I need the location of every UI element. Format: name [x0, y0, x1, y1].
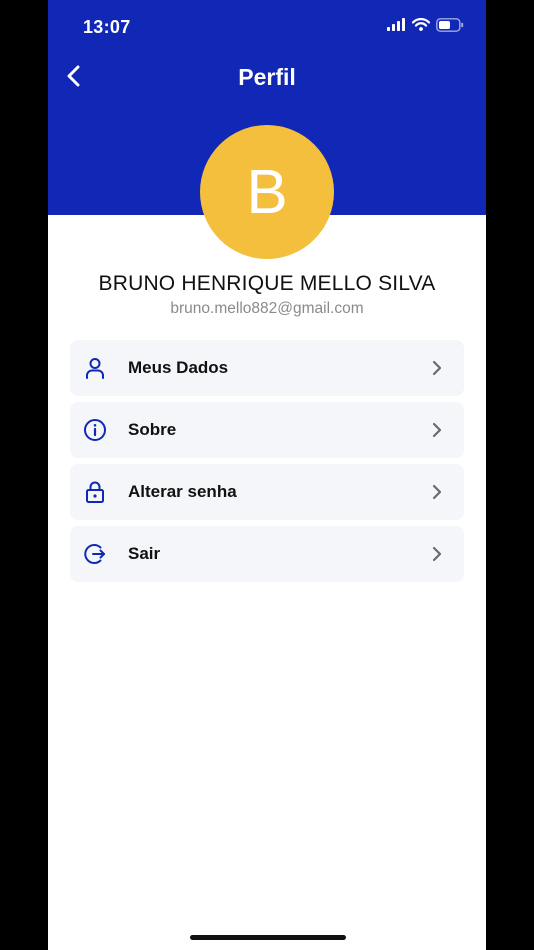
page-title: Perfil: [238, 64, 296, 90]
menu-item-sobre[interactable]: Sobre: [70, 402, 464, 458]
battery-icon: [436, 17, 464, 37]
menu-item-label: Sair: [128, 544, 161, 563]
user-name: BRUNO HENRIQUE MELLO SILVA: [98, 272, 436, 295]
menu-item-meus-dados[interactable]: Meus Dados: [70, 340, 464, 396]
menu-item-alterar-senha[interactable]: Alterar senha: [70, 464, 464, 520]
wifi-icon: [411, 18, 431, 36]
status-icons: [387, 17, 464, 37]
menu-item-label: Sobre: [128, 420, 177, 439]
menu-item-sair[interactable]: Sair: [70, 526, 464, 582]
chevron-right-icon: [428, 421, 446, 439]
status-bar: 13:07: [48, 0, 486, 56]
user-email: bruno.mello882@gmail.com: [170, 300, 364, 317]
lock-icon: [82, 479, 108, 505]
profile-menu: Meus Dados Sobre Alterar senha Sair: [70, 340, 464, 588]
info-icon: [82, 417, 108, 443]
status-time: 13:07: [83, 17, 131, 37]
chevron-right-icon: [428, 483, 446, 501]
nav-bar: Perfil: [48, 56, 486, 100]
logout-icon: [82, 541, 108, 567]
menu-item-label: Alterar senha: [128, 482, 237, 501]
avatar: B: [200, 125, 334, 259]
signal-icon: [387, 18, 406, 36]
menu-item-label: Meus Dados: [128, 358, 229, 377]
chevron-right-icon: [428, 359, 446, 377]
profile-screen: 13:07 Perfil B BRUNO HENRIQUE MELLO SILV…: [48, 0, 486, 950]
user-icon: [82, 355, 108, 381]
chevron-right-icon: [428, 545, 446, 563]
home-indicator[interactable]: [190, 935, 346, 940]
